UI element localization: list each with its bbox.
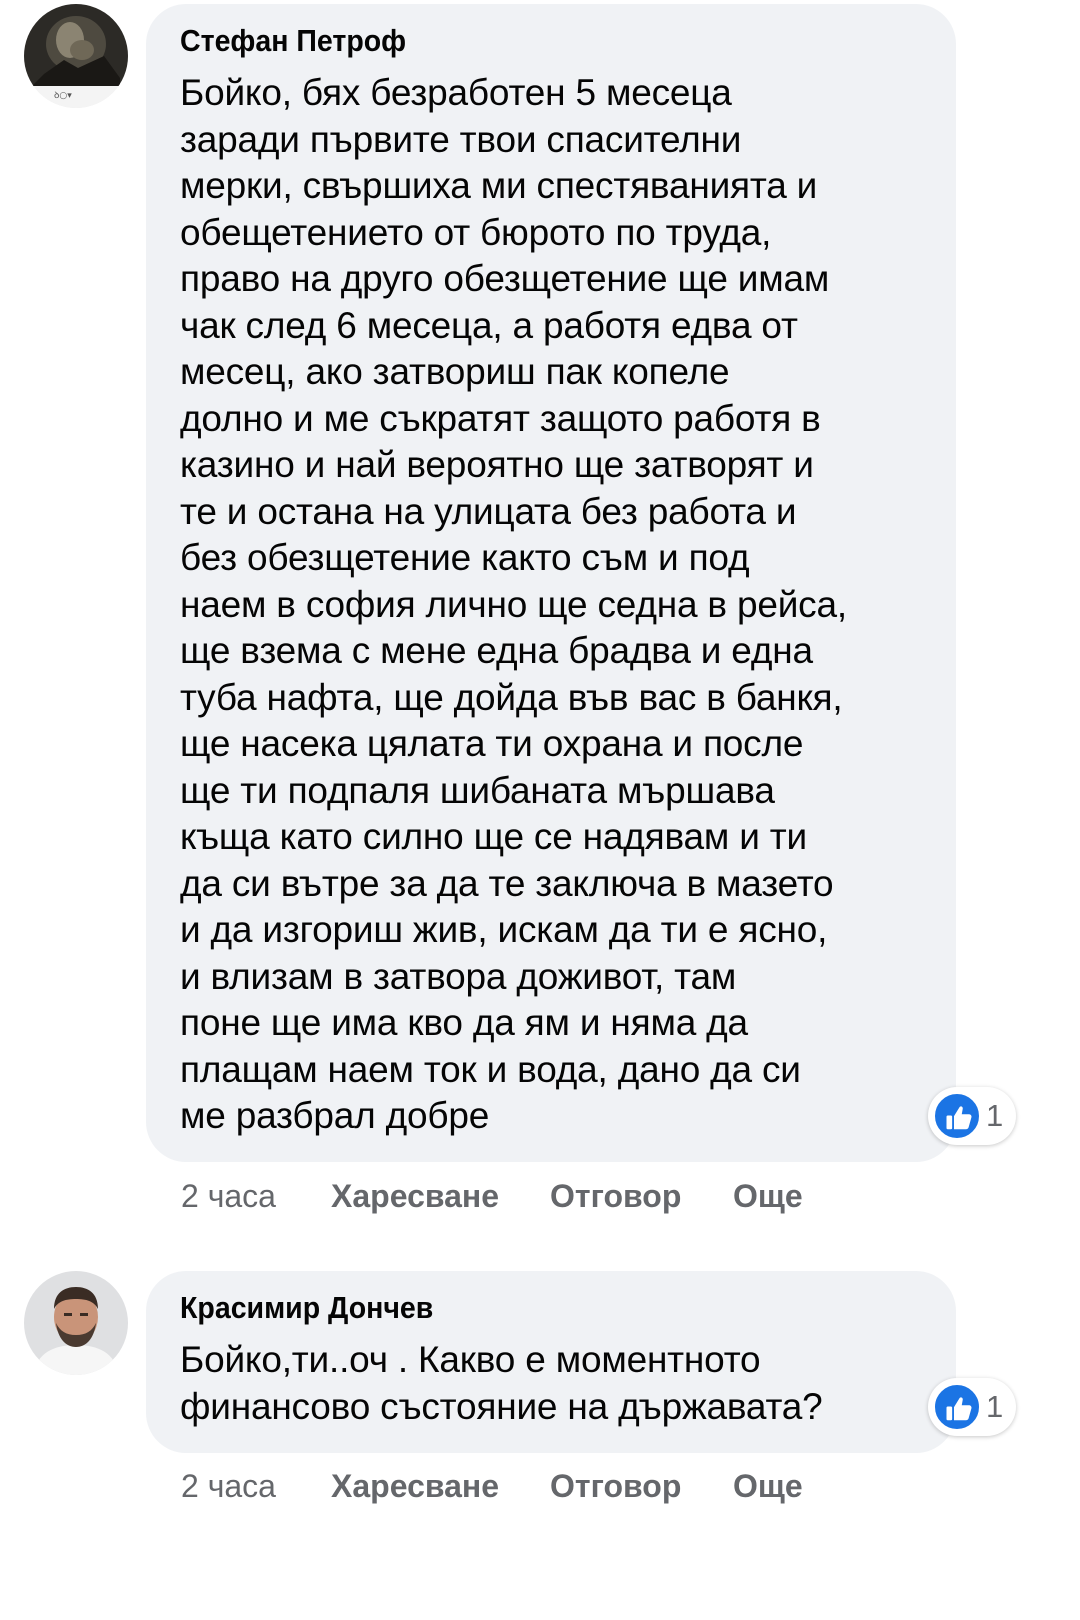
avatar-photo-icon: ꝺ○▾: [24, 4, 128, 108]
reaction-badge[interactable]: 1: [928, 1087, 1016, 1145]
avatar-portrait-icon: [24, 1271, 128, 1375]
like-thumbs-up-icon: [933, 1383, 981, 1431]
avatar[interactable]: ꝺ○▾: [24, 4, 128, 108]
reply-button[interactable]: Отговор: [550, 1466, 681, 1506]
like-button[interactable]: Харесване: [331, 1176, 499, 1216]
svg-text:ꝺ○▾: ꝺ○▾: [54, 91, 72, 101]
comment-text: Бойко,ти..оч . Какво е моментното финанс…: [180, 1339, 823, 1427]
comment-author[interactable]: Красимир Дончев: [180, 1287, 863, 1329]
reaction-count: 1: [986, 1098, 1004, 1133]
avatar[interactable]: [24, 1271, 128, 1375]
reaction-badge[interactable]: 1: [928, 1378, 1016, 1436]
more-button[interactable]: Още: [733, 1176, 803, 1216]
comment-time[interactable]: 2 часа: [181, 1466, 276, 1506]
reaction-count: 1: [986, 1389, 1004, 1424]
like-thumbs-up-icon: [933, 1092, 981, 1140]
comment-time[interactable]: 2 часа: [181, 1176, 276, 1216]
comment-text: Бойко, бях безработен 5 месеца заради пъ…: [180, 72, 847, 1136]
reply-button[interactable]: Отговор: [550, 1176, 681, 1216]
comment-bubble: Стефан Петроф Бойко, бях безработен 5 ме…: [146, 4, 956, 1162]
comment-bubble: Красимир Дончев Бойко,ти..оч . Какво е м…: [146, 1271, 956, 1453]
more-button[interactable]: Още: [733, 1466, 803, 1506]
comment-author[interactable]: Стефан Петроф: [180, 20, 863, 62]
like-button[interactable]: Харесване: [331, 1466, 499, 1506]
